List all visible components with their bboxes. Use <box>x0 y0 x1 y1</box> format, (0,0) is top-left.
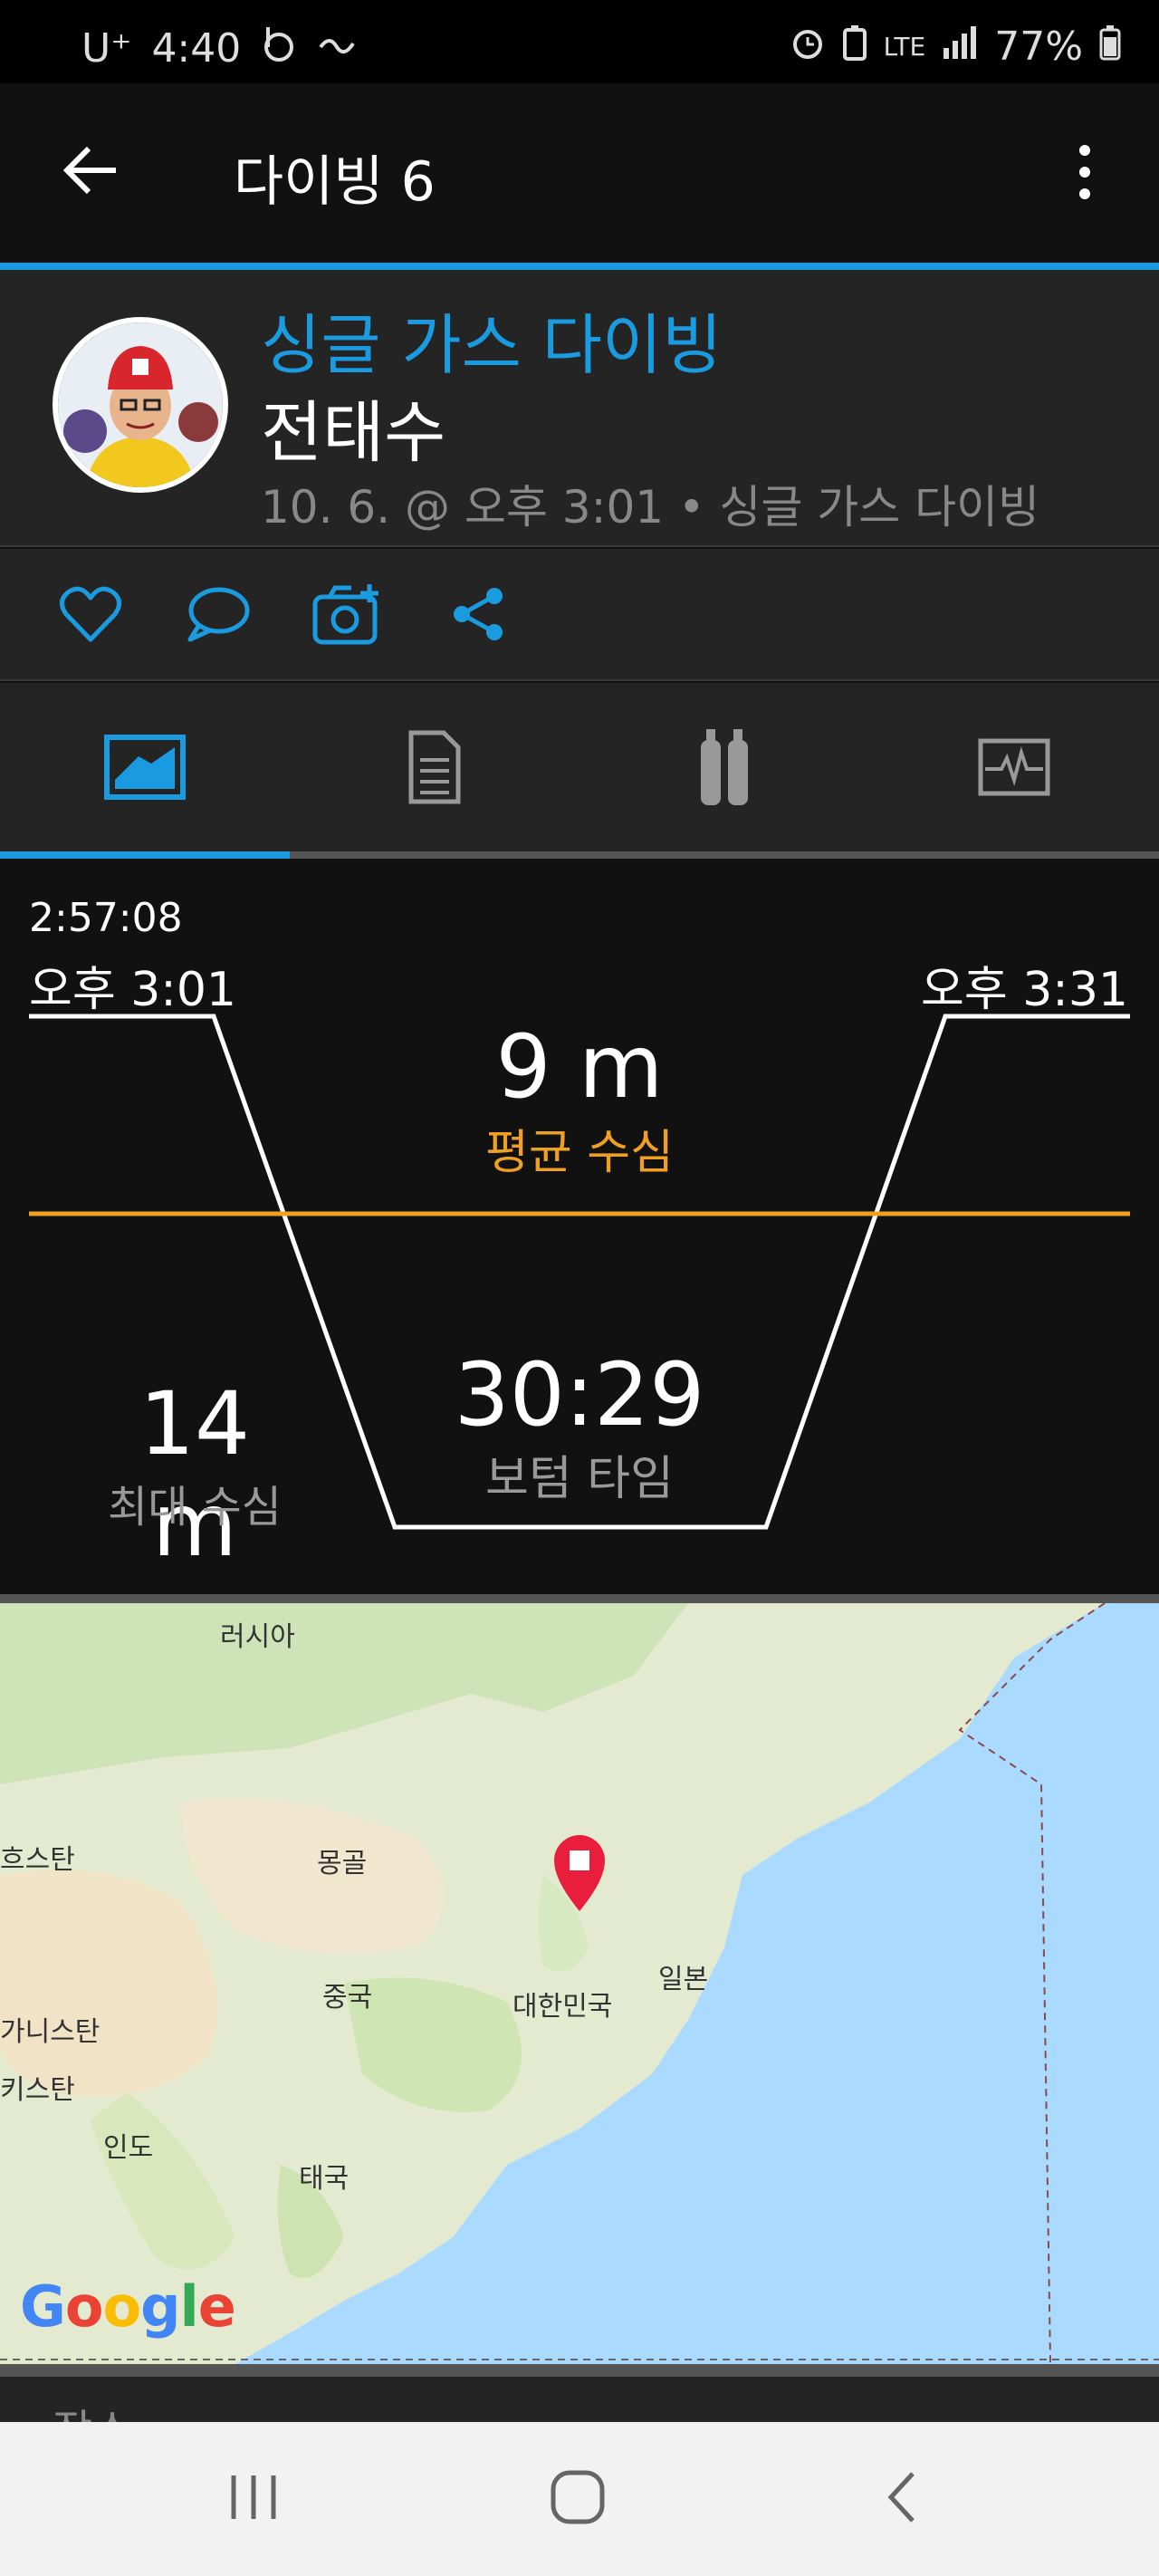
elapsed-time: 2:57:08 <box>29 895 183 941</box>
map-footer <box>0 2364 1159 2377</box>
comment-icon <box>185 585 250 647</box>
more-options-button[interactable] <box>1058 134 1112 210</box>
map-label-china: 중국 <box>322 1982 373 2014</box>
activity-header: 싱글 가스 다이빙 전태수 10. 6. @ 오후 3:01 • 싱글 가스 다… <box>0 270 1159 547</box>
map-label-korea: 대한민국 <box>512 1991 613 2023</box>
tab-dive-profile[interactable] <box>0 683 290 855</box>
home-button[interactable] <box>523 2458 632 2540</box>
activity-type-link[interactable]: 싱글 가스 다이빙 <box>261 292 722 387</box>
carrier-label: U⁺ <box>81 24 132 72</box>
tab-indicator <box>0 851 290 859</box>
bottom-time-label: 보텀 타임 <box>485 1452 674 1506</box>
google-logo: Google <box>20 2273 236 2340</box>
share-button[interactable] <box>442 582 514 650</box>
add-photo-icon <box>311 582 384 649</box>
system-nav-bar <box>0 2422 1159 2576</box>
home-icon <box>549 2468 607 2530</box>
map-label-mongolia: 몽골 <box>317 1848 368 1879</box>
like-button[interactable] <box>54 582 127 650</box>
map-label-japan: 일본 <box>658 1964 709 1995</box>
chart-icon <box>978 738 1050 800</box>
dive-profile-icon <box>104 735 186 803</box>
recent-apps-icon <box>226 2472 281 2526</box>
status-right: LTE 77% <box>790 24 1121 70</box>
tab-charts[interactable] <box>869 683 1159 855</box>
action-row <box>0 549 1159 681</box>
recent-apps-button[interactable] <box>199 2458 308 2540</box>
map-label-kazakhstan: 흐스탄 <box>0 1844 75 1876</box>
end-time: 오후 3:31 <box>921 963 1128 1017</box>
back-button[interactable] <box>53 134 129 210</box>
battery-percent: 77% <box>994 24 1083 70</box>
tab-gas[interactable] <box>580 683 869 855</box>
battery-icon <box>1099 24 1121 70</box>
clock: 4:40 <box>151 24 242 72</box>
back-chevron-icon <box>884 2470 920 2528</box>
details-icon <box>407 729 462 809</box>
share-icon <box>449 585 507 647</box>
map-divider <box>0 1594 1159 1603</box>
start-time: 오후 3:01 <box>29 963 236 1017</box>
location-section: 장소 <box>0 2377 1159 2422</box>
network-type: LTE <box>883 32 926 62</box>
map-label-india: 인도 <box>103 2132 154 2164</box>
map-label-pakistan: 키스탄 <box>0 2074 75 2106</box>
tab-details[interactable] <box>290 683 580 855</box>
location-map[interactable]: 러시아 흐스탄 몽골 중국 대한민국 일본 가니스탄 키스탄 인도 태국 Goo… <box>0 1603 1159 2364</box>
battery-saver-icon <box>842 24 867 70</box>
back-nav-button[interactable] <box>848 2458 956 2540</box>
comment-button[interactable] <box>181 582 254 650</box>
tab-row <box>0 683 1159 855</box>
gas-tanks-icon <box>699 727 750 811</box>
header-accent-line <box>0 263 1159 270</box>
kakao-icon <box>317 27 357 69</box>
heart-icon <box>59 585 122 647</box>
activity-meta: 10. 6. @ 오후 3:01 • 싱글 가스 다이빙 <box>261 481 1040 533</box>
app-bar: 다이빙 6 <box>0 83 1159 263</box>
bottom-time-value: 30:29 <box>454 1344 705 1446</box>
alarm-icon <box>790 24 826 70</box>
map-label-thailand: 태국 <box>299 2163 350 2195</box>
avg-depth-value: 9 m <box>495 1016 664 1118</box>
status-left: U⁺ 4:40 <box>81 24 357 72</box>
user-name: 전태수 <box>261 394 446 472</box>
more-vert-icon <box>1079 145 1090 156</box>
b-app-icon <box>261 24 297 72</box>
back-arrow-icon <box>62 145 120 199</box>
page-title: 다이빙 6 <box>234 150 436 214</box>
map-label-russia: 러시아 <box>220 1621 295 1653</box>
avatar[interactable] <box>53 317 228 493</box>
signal-icon <box>942 25 978 68</box>
avg-depth-label: 평균 수심 <box>485 1126 674 1180</box>
location-label: 장소 <box>53 2395 132 2422</box>
dive-profile-panel: 2:57:08 오후 3:01 오후 3:31 9 m 평균 수심 14 m 최… <box>0 859 1159 1594</box>
status-bar: U⁺ 4:40 LTE 77% <box>0 0 1159 83</box>
map-label-afghanistan: 가니스탄 <box>0 2016 101 2048</box>
add-photo-button[interactable] <box>311 582 384 650</box>
